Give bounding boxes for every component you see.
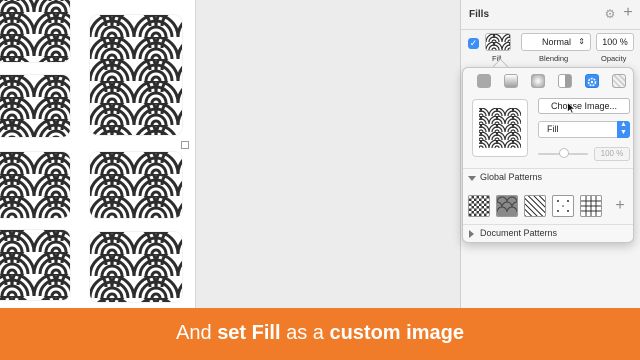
- divider: [463, 168, 633, 169]
- blending-value: Normal: [542, 37, 572, 47]
- pattern-mode-value: Fill: [547, 124, 559, 134]
- resize-handle[interactable]: [181, 141, 189, 149]
- disclosure-right-icon[interactable]: [469, 230, 474, 238]
- canvas[interactable]: [0, 0, 460, 308]
- checker-pattern[interactable]: [468, 195, 490, 217]
- pattern-fill-icon[interactable]: [585, 74, 599, 88]
- pattern-mode-select[interactable]: Fill ▲ ▼: [538, 121, 630, 138]
- divider: [463, 224, 633, 225]
- pattern-tile[interactable]: [0, 75, 70, 137]
- grid-pattern[interactable]: [580, 195, 602, 217]
- caption-emphasis: custom image: [329, 322, 464, 344]
- linear-gradient-icon[interactable]: [504, 74, 518, 88]
- pattern-tile[interactable]: [90, 15, 182, 135]
- diagonal-stripes-pattern[interactable]: [524, 195, 546, 217]
- plus-icon[interactable]: +: [613, 196, 627, 216]
- fills-title: Fills: [469, 9, 490, 20]
- opacity-label: Opacity: [601, 54, 627, 63]
- disclosure-down-icon[interactable]: [468, 176, 476, 181]
- pointer-cursor-icon: [567, 102, 576, 114]
- caption-part: And: [176, 322, 218, 344]
- document-patterns-label[interactable]: Document Patterns: [480, 228, 557, 238]
- scales-pattern[interactable]: [496, 195, 518, 217]
- caption-text: And set Fill as a custom image: [0, 308, 640, 360]
- blending-select[interactable]: Normal ⇕: [521, 33, 591, 51]
- fill-row: ✓ Normal ⇕ 100 % Fill Blending Opacity: [461, 30, 640, 68]
- noise-fill-icon[interactable]: [612, 74, 626, 88]
- pattern-tile[interactable]: [0, 152, 70, 218]
- fill-enabled-checkbox[interactable]: ✓: [468, 38, 479, 49]
- stepper-arrows-icon: ▲ ▼: [617, 121, 630, 138]
- stepper-arrows-icon: ⇕: [578, 37, 585, 46]
- blending-label: Blending: [539, 54, 569, 63]
- tile-scale-knob[interactable]: [559, 148, 569, 158]
- opacity-field[interactable]: 100 %: [596, 33, 634, 51]
- caption-part: as a: [280, 322, 330, 344]
- plus-icon[interactable]: +: [621, 5, 635, 21]
- caption-banner: And set Fill as a custom image: [0, 308, 640, 360]
- dots-pattern[interactable]: [552, 195, 574, 217]
- pattern-tile[interactable]: [90, 152, 182, 218]
- choose-image-button[interactable]: Choose Image...: [538, 98, 630, 114]
- image-preview[interactable]: [472, 99, 528, 157]
- pattern-tile[interactable]: [90, 232, 182, 302]
- fills-header: Fills ⚙ +: [461, 0, 640, 30]
- fill-options-popover: Choose Image... Fill ▲ ▼ 100 % Global Pat…: [462, 67, 634, 243]
- gear-icon[interactable]: ⚙: [603, 7, 617, 21]
- tile-scale-field[interactable]: 100 %: [594, 147, 630, 161]
- artboard-edge: [195, 0, 196, 308]
- pattern-tile[interactable]: [0, 0, 70, 62]
- angular-gradient-icon[interactable]: [558, 74, 572, 88]
- caption-emphasis: set Fill: [217, 322, 281, 344]
- radial-gradient-icon[interactable]: [531, 74, 545, 88]
- solid-color-icon[interactable]: [477, 74, 491, 88]
- global-patterns-label[interactable]: Global Patterns: [480, 172, 542, 182]
- pattern-tile[interactable]: [0, 230, 70, 300]
- fill-swatch[interactable]: [485, 33, 511, 51]
